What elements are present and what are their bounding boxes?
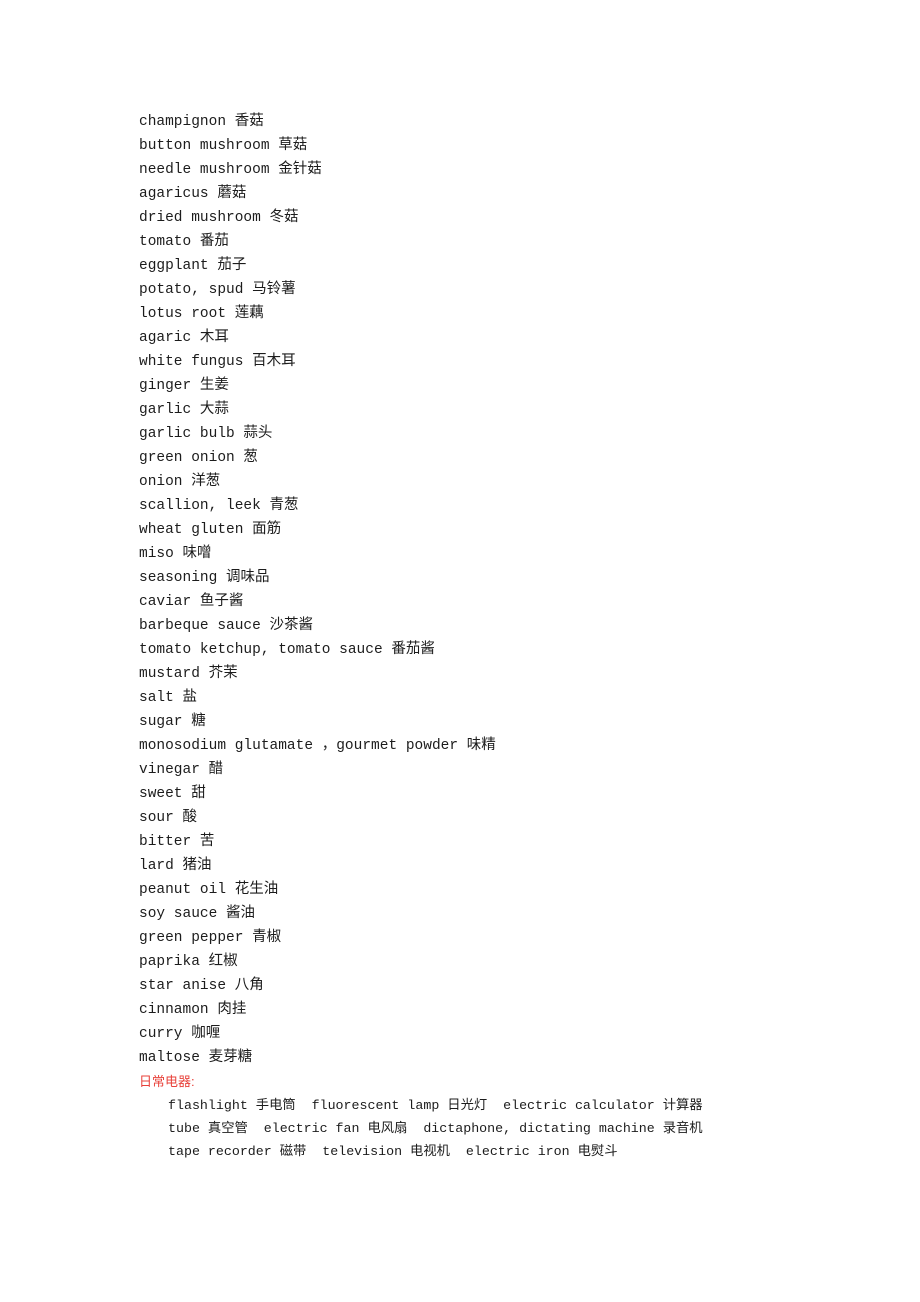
list-item: bitter 苦	[139, 834, 215, 850]
list-item: green onion 葱	[139, 450, 258, 466]
document-content: champignon 香菇 button mushroom 草菇 needle …	[139, 110, 879, 1163]
list-item: tomato ketchup, tomato sauce 番茄酱	[139, 642, 435, 658]
list-item: agaricus 蘑菇	[139, 186, 247, 202]
list-item: salt 盐	[139, 690, 198, 706]
list-item: needle mushroom 金针菇	[139, 162, 322, 178]
list-item: paprika 红椒	[139, 954, 238, 970]
list-item: garlic 大蒜	[139, 402, 229, 418]
list-item: lotus root 莲藕	[139, 306, 264, 322]
list-item: eggplant 茄子	[139, 258, 247, 274]
list-item: onion 洋葱	[139, 474, 221, 490]
list-item: maltose 麦芽糖	[139, 1050, 253, 1066]
list-item: tape recorder 磁带 television 电视机 electric…	[168, 1144, 618, 1159]
list-item: peanut oil 花生油	[139, 882, 279, 898]
list-item: champignon 香菇	[139, 114, 264, 130]
list-item: ginger 生姜	[139, 378, 229, 394]
document-page: champignon 香菇 button mushroom 草菇 needle …	[0, 0, 920, 1302]
list-item: mustard 芥茉	[139, 666, 238, 682]
list-item: vinegar 醋	[139, 762, 224, 778]
list-item: tube 真空管 electric fan 电风扇 dictaphone, di…	[168, 1121, 703, 1136]
list-item: monosodium glutamate ，gourmet powder 味精	[139, 738, 496, 754]
list-item: barbeque sauce 沙茶酱	[139, 618, 314, 634]
list-item: seasoning 调味品	[139, 570, 270, 586]
list-item: white fungus 百木耳	[139, 354, 296, 370]
list-item: garlic bulb 蒜头	[139, 426, 273, 442]
list-item: wheat gluten 面筋	[139, 522, 282, 538]
section-heading-appliances: 日常电器:	[139, 1074, 195, 1089]
list-item: cinnamon 肉挂	[139, 1002, 247, 1018]
list-item: curry 咖喱	[139, 1026, 221, 1042]
list-item: button mushroom 草菇	[139, 138, 308, 154]
list-item: sour 酸	[139, 810, 198, 826]
appliances-list: flashlight 手电筒 fluorescent lamp 日光灯 elec…	[139, 1094, 879, 1163]
list-item: agaric 木耳	[139, 330, 229, 346]
list-item: lard 猪油	[139, 858, 212, 874]
list-item: tomato 番茄	[139, 234, 229, 250]
list-item: green pepper 青椒	[139, 930, 282, 946]
list-item: caviar 鱼子酱	[139, 594, 244, 610]
list-item: star anise 八角	[139, 978, 264, 994]
list-item: sweet 甜	[139, 786, 206, 802]
list-item: soy sauce 酱油	[139, 906, 256, 922]
list-item: flashlight 手电筒 fluorescent lamp 日光灯 elec…	[168, 1098, 703, 1113]
list-item: sugar 糖	[139, 714, 206, 730]
list-item: scallion, leek 青葱	[139, 498, 299, 514]
list-item: dried mushroom 冬菇	[139, 210, 299, 226]
list-item: miso 味噌	[139, 546, 212, 562]
vocabulary-list: champignon 香菇 button mushroom 草菇 needle …	[139, 110, 879, 1070]
list-item: potato, spud 马铃薯	[139, 282, 296, 298]
